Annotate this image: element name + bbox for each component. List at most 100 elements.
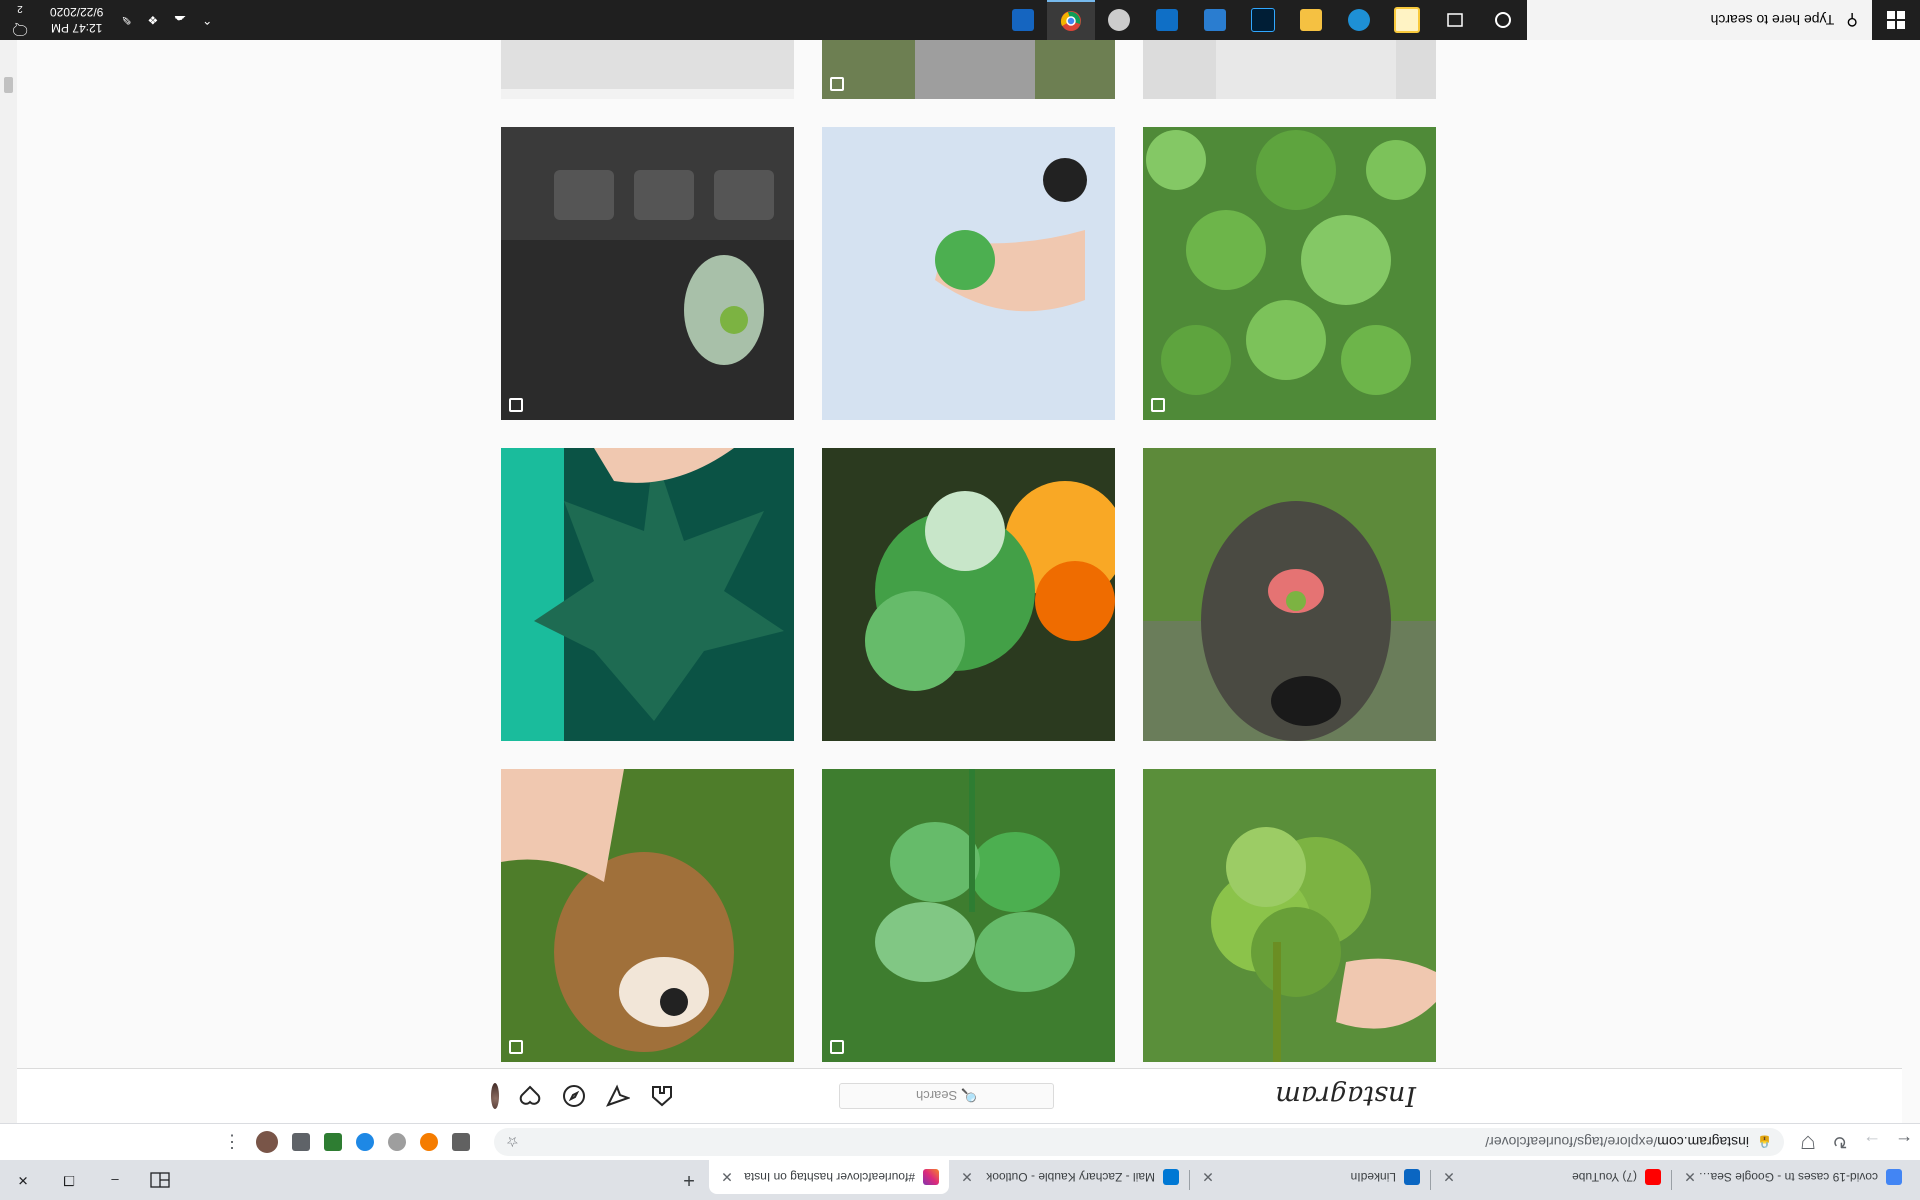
taskbar-app-mail[interactable] (999, 0, 1047, 40)
cortana-icon (1495, 12, 1511, 28)
explore-compass-icon[interactable] (561, 1083, 587, 1109)
taskbar-app-explorer[interactable] (1383, 0, 1431, 40)
shield-icon[interactable]: ⛉ (1792, 1126, 1824, 1158)
photos-icon (1204, 9, 1226, 31)
show-hidden-icons-chevron-icon[interactable]: ⌃ (202, 13, 212, 27)
photo-image (501, 448, 794, 741)
action-center-button[interactable]: 🗨 2 (0, 1, 40, 39)
chrome-menu-icon[interactable]: ⋮ (220, 1132, 244, 1153)
tab-google-search[interactable]: covid-19 cases tn - Google Search ✕ (1672, 1160, 1912, 1194)
outlook-icon (1156, 9, 1178, 31)
photo-clover-closeup[interactable] (822, 769, 1115, 1062)
instagram-favicon-icon (923, 1169, 939, 1185)
photo-clover-fingers[interactable] (822, 127, 1115, 420)
direct-send-icon[interactable] (605, 1083, 631, 1109)
taskbar-search-placeholder: Type here to search (1710, 12, 1835, 28)
taskbar-app-photos[interactable] (1191, 0, 1239, 40)
tab-youtube[interactable]: (7) YouTube ✕ (1431, 1160, 1671, 1194)
photo-dog-tongue[interactable] (1143, 448, 1436, 741)
system-tray: ⌃ ☁ ❖ ✎ 12:47 PM 9/22/2020 🗨 2 (0, 1, 220, 39)
linkedin-favicon-icon (1404, 1169, 1420, 1185)
extension-blue-icon[interactable] (356, 1133, 374, 1151)
instagram-header: Instagram 🔍 Search (0, 1068, 1902, 1123)
minimize-button[interactable]: – (92, 1160, 138, 1200)
multiple-photos-icon (830, 77, 844, 91)
back-button[interactable]: ← (1888, 1126, 1920, 1158)
clock-date: 9/22/2020 (50, 5, 104, 19)
taskbar-search-box[interactable]: ⚲ Type here to search (1527, 0, 1872, 40)
multiple-photos-icon (1151, 398, 1165, 412)
profile-avatar-icon[interactable] (256, 1131, 278, 1153)
taskbar-app-outlook[interactable] (1143, 0, 1191, 40)
extension-orange-icon[interactable] (420, 1133, 438, 1151)
pen-icon[interactable]: ✎ (121, 13, 131, 27)
extension-dollar-icon[interactable] (324, 1133, 342, 1151)
photo-clover-patch[interactable] (1143, 127, 1436, 420)
avatar-image (491, 1083, 499, 1109)
close-tab-icon[interactable]: ✕ (1682, 1169, 1698, 1185)
close-window-button[interactable]: ✕ (0, 1160, 46, 1200)
windows-logo-icon (1887, 11, 1905, 29)
close-tab-icon[interactable]: ✕ (1441, 1169, 1457, 1185)
bookmark-star-icon[interactable]: ☆ (506, 1134, 519, 1151)
tab-title: covid-19 cases tn - Google Search (1698, 1170, 1878, 1184)
photo-clover-hand[interactable] (1143, 769, 1436, 1062)
photo-image (822, 127, 1115, 420)
screen: covid-19 cases tn - Google Search ✕ (7) … (0, 0, 1920, 1200)
dropbox-icon[interactable]: ❖ (147, 13, 158, 27)
extension-g-icon[interactable] (452, 1133, 470, 1151)
cortana-button[interactable] (1479, 0, 1527, 40)
start-button[interactable] (1872, 0, 1920, 40)
photo-image (822, 769, 1115, 1062)
page-scrollbar[interactable] (0, 37, 17, 1123)
address-bar[interactable]: 🔒 instagram.com /explore/tags/fourleafcl… (494, 1128, 1784, 1156)
tab-instagram[interactable]: #fourleafclover hashtag on Insta ✕ (709, 1160, 949, 1194)
chrome-icon (1060, 11, 1081, 31)
onedrive-cloud-icon[interactable]: ☁ (174, 13, 186, 27)
instagram-logo[interactable]: Instagram (1275, 1080, 1416, 1111)
notification-icon: 🗨 (9, 20, 31, 37)
photo-leaf-hand[interactable] (501, 448, 794, 741)
photo-image (1143, 127, 1436, 420)
windows-taskbar: ⚲ Type here to search ⌃ ☁ ❖ ✎ 12:47 PM 9… (0, 0, 1920, 40)
photo-image (1143, 769, 1436, 1062)
taskbar-app-settings[interactable] (1095, 0, 1143, 40)
multiple-photos-icon (509, 398, 523, 412)
url-host: instagram.com (1657, 1134, 1750, 1150)
taskbar-app-photoshop[interactable] (1239, 0, 1287, 40)
extension-circle-icon[interactable] (388, 1133, 406, 1151)
tab-strip: covid-19 cases tn - Google Search ✕ (7) … (0, 1160, 1920, 1200)
maximize-button[interactable]: ❐ (46, 1160, 92, 1200)
photo-image (1143, 448, 1436, 741)
task-view-button[interactable] (1431, 0, 1479, 40)
close-tab-icon[interactable]: ✕ (959, 1169, 975, 1185)
taskbar-app-chrome[interactable] (1047, 0, 1095, 40)
new-tab-button[interactable]: + (675, 1166, 703, 1194)
settings-gear-icon (1108, 9, 1130, 31)
profile-avatar[interactable] (473, 1083, 499, 1109)
taskbar-clock[interactable]: 12:47 PM 9/22/2020 (50, 4, 103, 36)
scrollbar-thumb[interactable] (4, 77, 13, 93)
taskbar-app-edge[interactable] (1335, 0, 1383, 40)
close-tab-icon[interactable]: ✕ (719, 1169, 735, 1185)
forward-button[interactable]: → (1856, 1126, 1888, 1158)
tab-outlook[interactable]: Mail - Zachary Kauble - Outlook ✕ (949, 1160, 1189, 1194)
photo-image (822, 448, 1115, 741)
home-icon[interactable] (649, 1083, 675, 1109)
taskbar-app-folder[interactable] (1287, 0, 1335, 40)
photo-clover-sunflowers[interactable] (822, 448, 1115, 741)
lock-icon[interactable]: 🔒 (1757, 1135, 1772, 1149)
photo-dog-clover[interactable] (501, 769, 794, 1062)
photo-keyboard-figurine[interactable] (501, 127, 794, 420)
close-tab-icon[interactable]: ✕ (1200, 1169, 1216, 1185)
activity-heart-icon[interactable] (517, 1083, 543, 1109)
youtube-favicon-icon (1645, 1169, 1661, 1185)
reload-button[interactable]: ↻ (1824, 1126, 1856, 1158)
photoshop-icon (1251, 8, 1275, 32)
window-layout-icon[interactable] (150, 1170, 170, 1190)
photo-image (501, 769, 794, 1062)
extensions-puzzle-icon[interactable] (292, 1133, 310, 1151)
instagram-search-input[interactable]: 🔍 Search (839, 1083, 1054, 1109)
tab-linkedin[interactable]: LinkedIn ✕ (1190, 1160, 1430, 1194)
tab-title: LinkedIn (1350, 1170, 1396, 1184)
